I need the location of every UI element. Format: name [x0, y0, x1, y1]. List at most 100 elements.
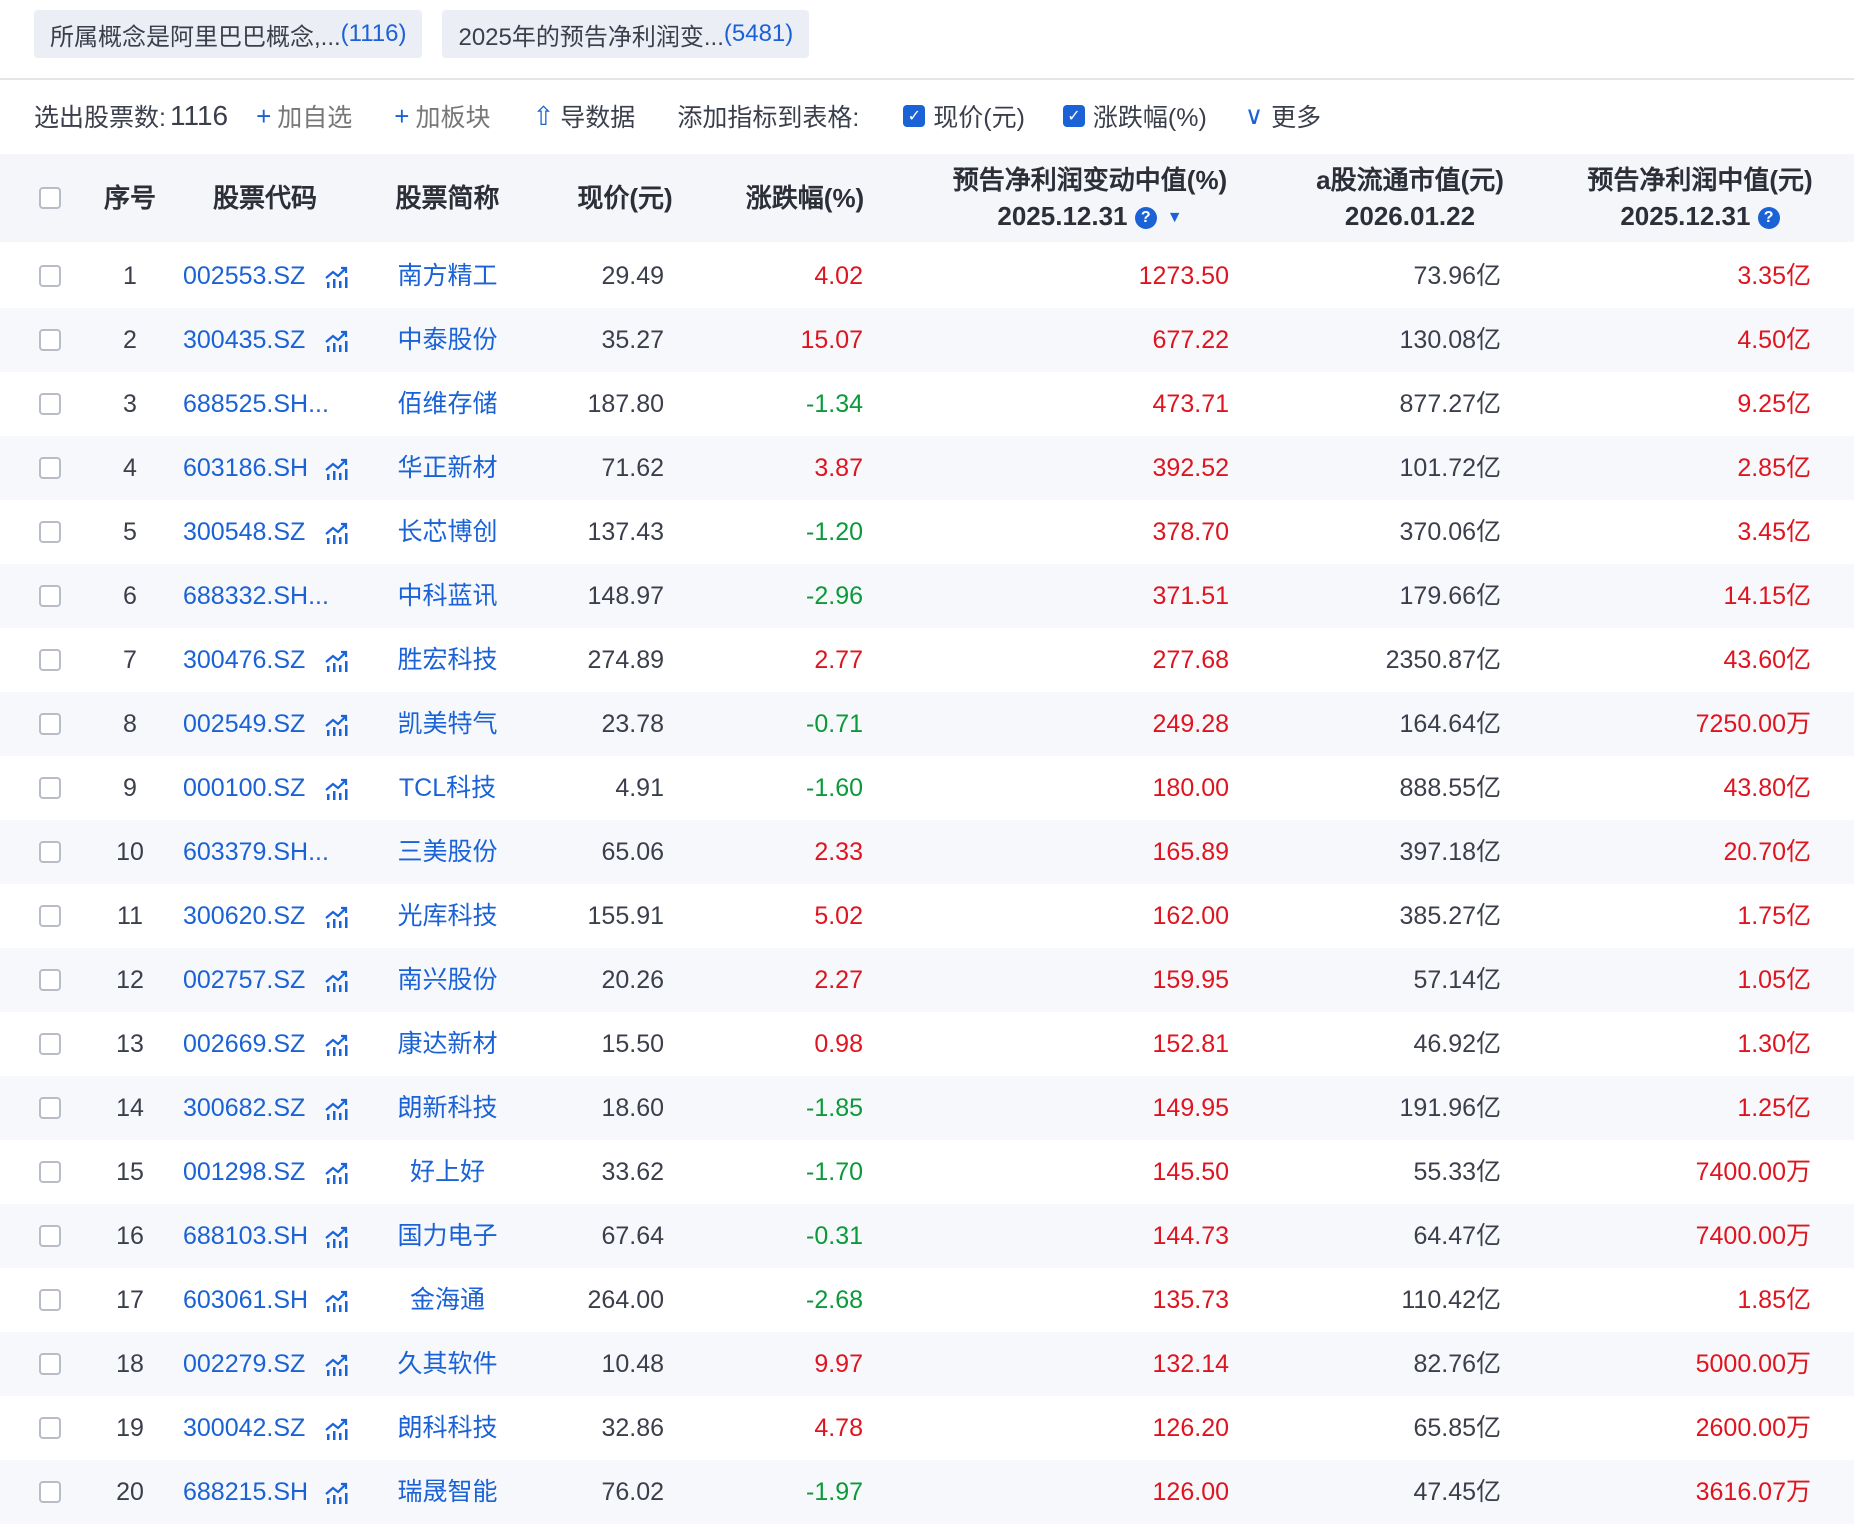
- condition-tab-forecast[interactable]: 2025年的预告净利润变... (5481): [442, 10, 810, 58]
- stock-code-link[interactable]: 603061.SH: [183, 1268, 308, 1332]
- stock-name-link[interactable]: 朗新科技: [390, 1076, 505, 1140]
- row-checkbox[interactable]: [39, 777, 61, 799]
- row-checkbox[interactable]: [39, 457, 61, 479]
- stock-code-link[interactable]: 300435.SZ: [183, 308, 305, 372]
- stock-name-link[interactable]: 佰维存储: [390, 372, 505, 436]
- row-checkbox[interactable]: [39, 1033, 61, 1055]
- stock-name-link[interactable]: 南方精工: [390, 244, 505, 308]
- condition-tab-concept[interactable]: 所属概念是阿里巴巴概念,... (1116): [34, 10, 423, 58]
- stock-code-link[interactable]: 300682.SZ: [183, 1076, 305, 1140]
- chart-icon[interactable]: [324, 244, 350, 308]
- row-checkbox[interactable]: [39, 1225, 61, 1247]
- header-code[interactable]: 股票代码: [195, 180, 335, 216]
- add-sector-button[interactable]: + 加板块: [394, 98, 490, 134]
- change-cell: 2.77: [814, 646, 863, 674]
- row-checkbox[interactable]: [39, 1417, 61, 1439]
- stock-code-link[interactable]: 603379.SH...: [183, 820, 329, 884]
- chart-icon[interactable]: [324, 1332, 350, 1396]
- chart-icon[interactable]: [324, 884, 350, 948]
- stock-name-link[interactable]: 瑞晟智能: [390, 1460, 505, 1524]
- row-checkbox[interactable]: [39, 265, 61, 287]
- stock-code-link[interactable]: 002553.SZ: [183, 244, 305, 308]
- help-icon[interactable]: ?: [1757, 207, 1780, 230]
- stock-code-link[interactable]: 001298.SZ: [183, 1140, 305, 1204]
- market-cap-cell: 877.27亿: [1399, 390, 1501, 418]
- sort-desc-icon[interactable]: ▼: [1167, 209, 1183, 226]
- stock-name-link[interactable]: 中科蓝讯: [390, 564, 505, 628]
- row-checkbox[interactable]: [39, 905, 61, 927]
- stock-code-link[interactable]: 002757.SZ: [183, 948, 305, 1012]
- stock-name-link[interactable]: 久其软件: [390, 1332, 505, 1396]
- row-checkbox[interactable]: [39, 969, 61, 991]
- stock-code-link[interactable]: 688215.SH: [183, 1460, 308, 1524]
- stock-name-link[interactable]: 华正新材: [390, 436, 505, 500]
- row-checkbox[interactable]: [39, 1481, 61, 1503]
- row-checkbox[interactable]: [39, 1097, 61, 1119]
- chart-icon[interactable]: [324, 692, 350, 756]
- chart-icon[interactable]: [324, 756, 350, 820]
- chart-icon[interactable]: [324, 308, 350, 372]
- stock-code-link[interactable]: 002279.SZ: [183, 1332, 305, 1396]
- row-checkbox[interactable]: [39, 521, 61, 543]
- chart-icon[interactable]: [324, 1396, 350, 1460]
- chart-icon[interactable]: [324, 1076, 350, 1140]
- header-name[interactable]: 股票简称: [380, 180, 515, 216]
- chart-icon[interactable]: [324, 1204, 350, 1268]
- row-checkbox[interactable]: [39, 393, 61, 415]
- stock-code-link[interactable]: 002549.SZ: [183, 692, 305, 756]
- header-market-cap[interactable]: a股流通市值(元) 2026.01.22: [1290, 162, 1530, 234]
- stock-code-link[interactable]: 300548.SZ: [183, 500, 305, 564]
- chart-icon[interactable]: [324, 500, 350, 564]
- header-price[interactable]: 现价(元): [560, 180, 690, 216]
- chart-icon[interactable]: [324, 1140, 350, 1204]
- forecast-change-cell: 126.00: [1152, 1478, 1229, 1506]
- help-icon[interactable]: ?: [1134, 207, 1157, 230]
- chart-icon[interactable]: [324, 1012, 350, 1076]
- chart-icon[interactable]: [324, 948, 350, 1012]
- stock-code-link[interactable]: 603186.SH: [183, 436, 308, 500]
- stock-name-link[interactable]: 金海通: [390, 1268, 505, 1332]
- row-checkbox[interactable]: [39, 1161, 61, 1183]
- stock-name-link[interactable]: 康达新材: [390, 1012, 505, 1076]
- header-change[interactable]: 涨跌幅(%): [730, 180, 880, 216]
- stock-name-link[interactable]: 中泰股份: [390, 308, 505, 372]
- price-indicator-checkbox[interactable]: ✓ 现价(元): [903, 98, 1025, 134]
- header-forecast-value[interactable]: 预告净利润中值(元) 2025.12.31 ?: [1570, 162, 1830, 234]
- chart-icon[interactable]: [324, 1268, 350, 1332]
- row-checkbox[interactable]: [39, 713, 61, 735]
- change-indicator-checkbox[interactable]: ✓ 涨跌幅(%): [1062, 98, 1207, 134]
- row-checkbox[interactable]: [39, 841, 61, 863]
- result-count: 1116: [169, 100, 229, 131]
- stock-name-link[interactable]: TCL科技: [390, 756, 505, 820]
- select-all-checkbox[interactable]: [39, 187, 61, 209]
- chart-icon[interactable]: [324, 436, 350, 500]
- row-checkbox[interactable]: [39, 585, 61, 607]
- stock-name-link[interactable]: 三美股份: [390, 820, 505, 884]
- stock-code-link[interactable]: 002669.SZ: [183, 1012, 305, 1076]
- export-button[interactable]: ⇧ 导数据: [533, 98, 636, 134]
- stock-code-link[interactable]: 688103.SH: [183, 1204, 308, 1268]
- row-checkbox[interactable]: [39, 649, 61, 671]
- chart-icon[interactable]: [324, 628, 350, 692]
- stock-code-link[interactable]: 300476.SZ: [183, 628, 305, 692]
- row-checkbox[interactable]: [39, 329, 61, 351]
- stock-code-link[interactable]: 000100.SZ: [183, 756, 305, 820]
- row-checkbox[interactable]: [39, 1289, 61, 1311]
- stock-name-link[interactable]: 长芯博创: [390, 500, 505, 564]
- chart-icon[interactable]: [324, 1460, 350, 1524]
- stock-name-link[interactable]: 南兴股份: [390, 948, 505, 1012]
- row-checkbox[interactable]: [39, 1353, 61, 1375]
- stock-code-link[interactable]: 300042.SZ: [183, 1396, 305, 1460]
- stock-code-link[interactable]: 688525.SH...: [183, 372, 329, 436]
- stock-name-link[interactable]: 朗科科技: [390, 1396, 505, 1460]
- header-forecast-change[interactable]: 预告净利润变动中值(%) 2025.12.31 ? ▼: [930, 162, 1250, 236]
- stock-code-link[interactable]: 300620.SZ: [183, 884, 305, 948]
- stock-name-link[interactable]: 国力电子: [390, 1204, 505, 1268]
- stock-name-link[interactable]: 胜宏科技: [390, 628, 505, 692]
- stock-name-link[interactable]: 光库科技: [390, 884, 505, 948]
- stock-name-link[interactable]: 凯美特气: [390, 692, 505, 756]
- stock-name-link[interactable]: 好上好: [390, 1140, 505, 1204]
- more-dropdown[interactable]: ∨ 更多: [1245, 98, 1321, 134]
- stock-code-link[interactable]: 688332.SH...: [183, 564, 329, 628]
- add-watchlist-button[interactable]: + 加自选: [256, 98, 352, 134]
